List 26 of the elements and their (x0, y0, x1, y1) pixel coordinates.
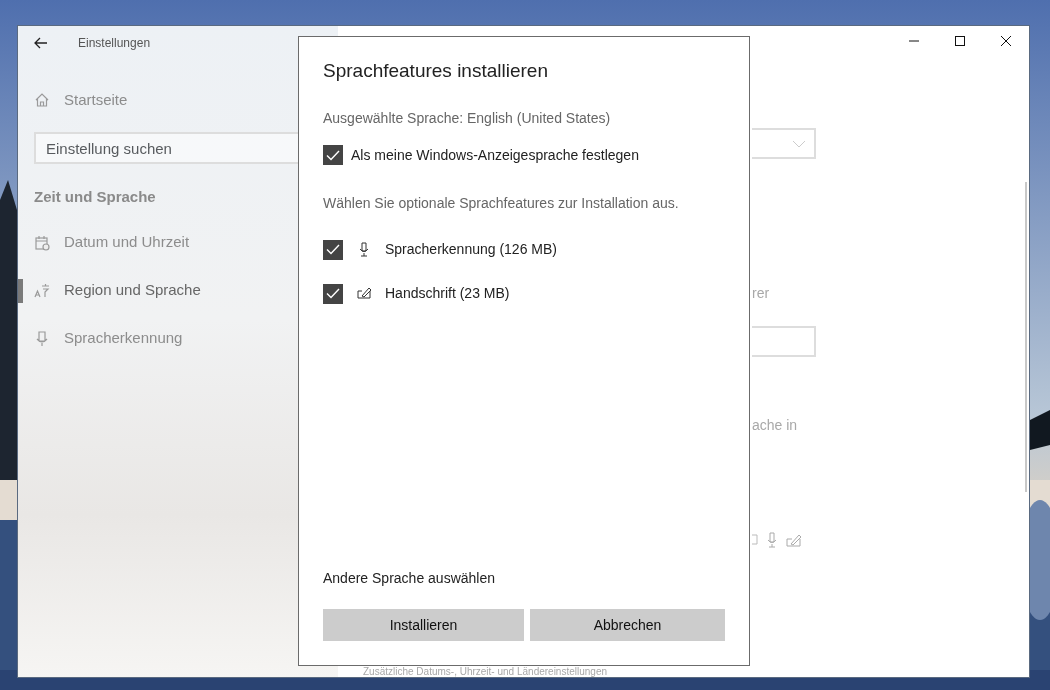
chevron-icon (792, 139, 806, 148)
microphone-icon (34, 330, 50, 347)
home-icon (34, 92, 50, 108)
dialog-title: Sprachfeatures installieren (323, 59, 549, 83)
cancel-button[interactable]: Abbrechen (530, 609, 725, 641)
feature-label: Spracherkennung (126 MB) (385, 240, 557, 259)
microphone-icon (766, 532, 778, 548)
checkbox[interactable] (323, 239, 343, 260)
feature-label: Handschrift (23 MB) (385, 284, 510, 303)
page-text: rer (752, 284, 770, 303)
choose-language-link[interactable]: Andere Sprache auswählen (323, 568, 495, 589)
pen-icon (786, 533, 802, 547)
instruction-text: Wählen Sie optionale Sprachfeatures zur Installation aus. (323, 193, 680, 213)
checkbox[interactable] (323, 283, 343, 304)
install-button[interactable]: Installieren (323, 609, 524, 641)
calendar-icon (34, 234, 50, 251)
pen-icon (357, 286, 371, 301)
checkbox[interactable] (323, 145, 343, 165)
scrollbar[interactable] (1025, 182, 1027, 492)
language-icon (34, 282, 50, 299)
window-title: Einstellungen (78, 35, 151, 52)
checkbox-label: Als meine Windows-Anzeigesprache festlegen (351, 145, 639, 165)
microphone-icon (357, 242, 371, 257)
selected-language: Ausgewählte Sprache: English (United States) (323, 108, 612, 128)
back-icon[interactable] (34, 37, 48, 49)
page-text: ache in (752, 416, 798, 435)
